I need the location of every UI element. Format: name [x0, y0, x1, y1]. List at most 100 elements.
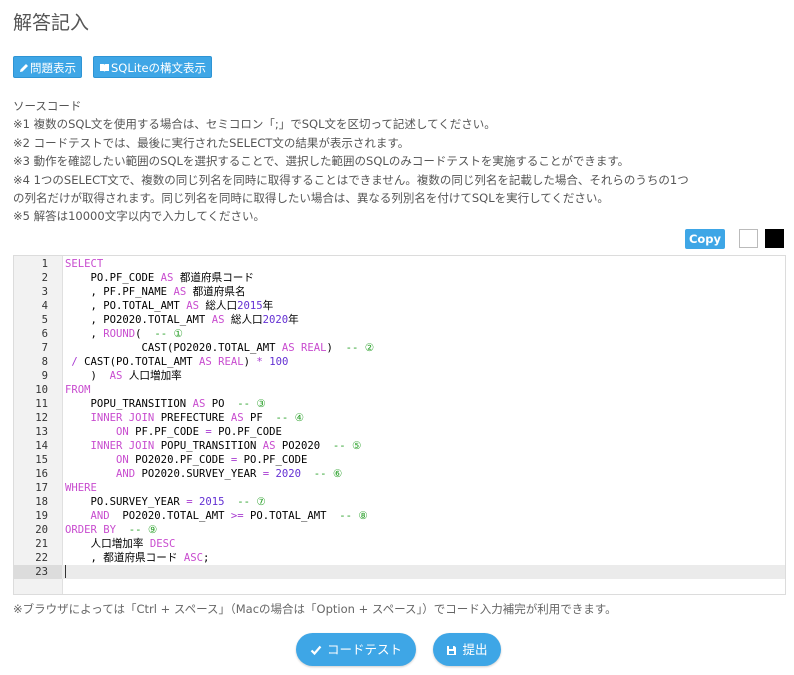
code-line[interactable]: 10 FROM — [14, 383, 785, 397]
code-text: ) AS 人口増加率 — [65, 369, 182, 383]
code-token: ASC — [183, 552, 203, 564]
code-token: AS — [198, 356, 212, 368]
line-number: 19 — [35, 510, 48, 522]
code-token: PO2020.TOTAL_AMT — [109, 510, 231, 522]
code-token: AND — [90, 510, 110, 522]
code-token: , 都道府県コード — [65, 552, 184, 564]
note-1: ※1 複数のSQL文を使用する場合は、セミコロン「;」でSQL文を区切って記述し… — [13, 117, 496, 132]
code-token: REAL — [301, 342, 327, 354]
code-line[interactable]: 6 , ROUND( -- ① — [14, 327, 785, 341]
code-line[interactable]: 20 ORDER BY -- ⑨ — [14, 523, 785, 537]
code-text: SELECT — [65, 257, 103, 271]
code-text: INNER JOIN PREFECTURE AS PF -- ④ — [65, 411, 305, 425]
code-token: PREFECTURE — [154, 412, 231, 424]
book-icon — [100, 64, 109, 72]
code-token: 年 — [262, 300, 274, 312]
code-editor[interactable]: 1 SELECT 2 PO.PF_CODE AS 都道府県コード 3 , PF.PF_… — [13, 255, 786, 595]
submit-button[interactable]: 提出 — [433, 633, 501, 666]
code-line[interactable]: 16 AND PO2020.SURVEY_YEAR = 2020 -- ⑥ — [14, 467, 785, 481]
check-icon — [310, 645, 322, 656]
page-title: 解答記入 — [13, 12, 90, 34]
code-token: , — [65, 328, 104, 340]
code-token: 2015 — [198, 496, 225, 508]
code-token: ) — [243, 356, 257, 368]
code-token: -- ⑤ — [332, 440, 362, 452]
code-line[interactable]: 19 AND PO2020.TOTAL_AMT >= PO.TOTAL_AMT … — [14, 509, 785, 523]
code-token: FROM — [65, 384, 91, 396]
code-token: AS — [230, 412, 244, 424]
code-line[interactable]: 22 , 都道府県コード ASC; — [14, 551, 785, 565]
show-sqlite-syntax-button[interactable]: SQLiteの構文表示 — [93, 56, 213, 78]
code-token: AS — [192, 398, 206, 410]
code-line[interactable]: 5 , PO2020.TOTAL_AMT AS 総人口2020年 — [14, 313, 785, 327]
code-token: JOIN — [128, 440, 155, 452]
line-number: 6 — [41, 328, 48, 340]
code-token: ON — [116, 426, 129, 438]
code-token: PO.SURVEY_YEAR — [65, 496, 187, 508]
code-token: -- ⑥ — [313, 468, 343, 480]
code-token: AND — [116, 468, 136, 480]
code-token: -- ④ — [275, 412, 305, 424]
code-text: FROM — [65, 383, 91, 397]
code-line[interactable]: 1 SELECT — [14, 257, 785, 271]
note-2: ※2 コードテストでは、最後に実行されたSELECT文の結果が表示されます。 — [13, 135, 410, 150]
code-token: AS — [211, 314, 225, 326]
line-number: 20 — [35, 524, 48, 536]
code-text: / CAST(PO.TOTAL_AMT AS REAL) * 100 — [65, 355, 288, 369]
code-line[interactable]: 13 ON PF.PF_CODE = PO.PF_CODE — [14, 425, 785, 439]
code-line[interactable]: 21 人口増加率 DESC — [14, 537, 785, 551]
code-token: INNER — [90, 440, 123, 452]
code-test-button[interactable]: コードテスト — [296, 633, 416, 666]
pencil-icon — [20, 64, 28, 72]
line-number: 7 — [41, 342, 48, 354]
note-4: ※4 1つのSELECT文で、複数の同じ列名を同時に取得することはできません。複… — [13, 172, 689, 187]
line-number: 17 — [35, 482, 48, 494]
copy-button[interactable]: Copy — [685, 229, 725, 249]
code-line[interactable]: 14 INNER JOIN POPU_TRANSITION AS PO2020 … — [14, 439, 785, 453]
code-token: -- ① — [154, 328, 183, 340]
code-line[interactable]: 8 / CAST(PO.TOTAL_AMT AS REAL) * 100 — [14, 355, 785, 369]
code-token: POPU_TRANSITION — [65, 398, 193, 410]
code-line[interactable]: 11 POPU_TRANSITION AS PO -- ③ — [14, 397, 785, 411]
code-token: INNER — [90, 412, 123, 424]
code-line[interactable]: 17 WHERE — [14, 481, 785, 495]
code-line[interactable]: 23 — [14, 565, 785, 579]
note-5: ※5 解答は10000文字以内で入力してください。 — [13, 209, 265, 224]
code-token: -- ⑧ — [339, 510, 368, 522]
light-theme-swatch[interactable] — [739, 229, 758, 248]
code-text: 人口増加率 DESC — [65, 537, 176, 551]
code-line[interactable]: 18 PO.SURVEY_YEAR = 2015 -- ⑦ — [14, 495, 785, 509]
show-problem-button[interactable]: 問題表示 — [13, 56, 82, 78]
code-area[interactable]: 1 SELECT 2 PO.PF_CODE AS 都道府県コード 3 , PF.PF_… — [14, 257, 785, 579]
code-line[interactable]: 7 CAST(PO2020.TOTAL_AMT AS REAL) -- ② — [14, 341, 785, 355]
code-text: , ROUND( -- ① — [65, 327, 183, 341]
line-number: 9 — [41, 370, 48, 382]
code-token: AS — [186, 300, 199, 312]
code-line[interactable]: 2 PO.PF_CODE AS 都道府県コード — [14, 271, 785, 285]
code-token: AS — [281, 342, 295, 354]
code-token: 年 — [288, 314, 299, 326]
line-number: 16 — [35, 468, 48, 480]
source-code-notes: ソースコード ※1 複数のSQL文を使用する場合は、セミコロン「;」でSQL文を… — [13, 97, 788, 226]
code-token: CAST(PO2020.TOTAL_AMT — [65, 342, 282, 354]
code-line[interactable]: 3 , PF.PF_NAME AS 都道府県名 — [14, 285, 785, 299]
code-token: 総人口 — [198, 300, 238, 312]
code-line[interactable]: 4 , PO.TOTAL_AMT AS 総人口2015年 — [14, 299, 785, 313]
code-line[interactable]: 9 ) AS 人口増加率 — [14, 369, 785, 383]
code-token: POPU_TRANSITION — [154, 440, 263, 452]
code-token: REAL — [218, 356, 244, 368]
code-text: AND PO2020.SURVEY_YEAR = 2020 -- ⑥ — [65, 467, 342, 481]
line-number: 14 — [35, 440, 48, 452]
code-token: , PO2020.TOTAL_AMT — [65, 314, 212, 326]
code-token: 都道府県名 — [186, 286, 246, 298]
code-token: PO2020 — [275, 440, 333, 452]
code-token: PF.PF_CODE — [128, 426, 206, 438]
dark-theme-swatch[interactable] — [765, 229, 784, 248]
show-sqlite-syntax-label: SQLiteの構文表示 — [111, 61, 207, 75]
code-line[interactable]: 15 ON PO2020.PF_CODE = PO.PF_CODE — [14, 453, 785, 467]
code-line[interactable]: 12 INNER JOIN PREFECTURE AS PF -- ④ — [14, 411, 785, 425]
